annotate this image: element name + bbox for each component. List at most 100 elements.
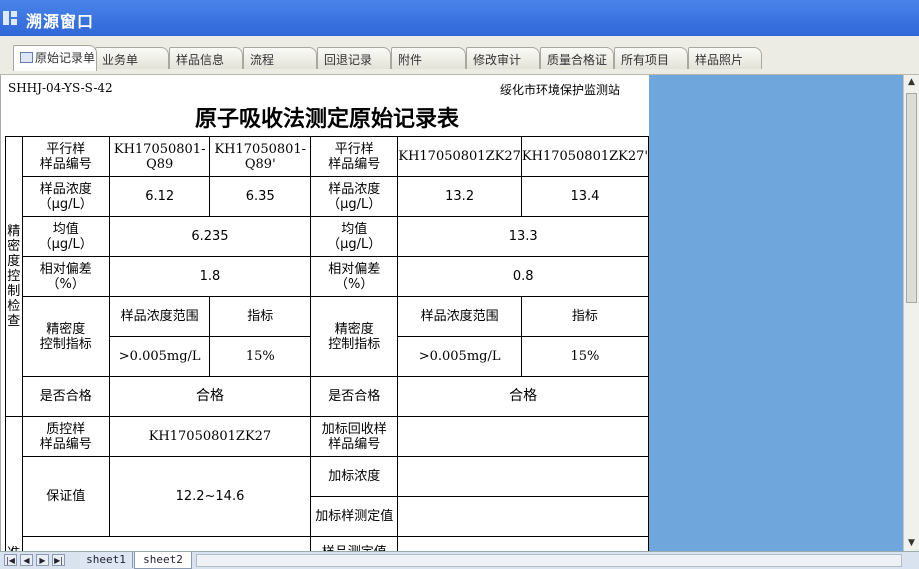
vertical-scrollbar[interactable]: ▲ ▼ bbox=[903, 75, 919, 551]
tab-label: 业务单 bbox=[102, 53, 139, 67]
cell-header[interactable]: 样品浓度范围 bbox=[397, 296, 522, 337]
table-row: 是否合格 合格 是否合格 合格 bbox=[6, 376, 649, 417]
cell-empty[interactable] bbox=[21, 536, 312, 551]
section-label-precision-char: 检 bbox=[7, 299, 21, 314]
cell-value[interactable] bbox=[397, 416, 649, 457]
cell-value[interactable]: 1.8 bbox=[108, 256, 312, 297]
cell-label[interactable]: 质控样 样品编号 bbox=[21, 416, 110, 457]
scroll-thumb[interactable] bbox=[906, 93, 917, 303]
sheet-tab-bar: |◀ ◀ ▶ ▶| sheet1 sheet2 bbox=[0, 551, 919, 569]
horizontal-scrollbar[interactable] bbox=[196, 554, 902, 567]
cell-label[interactable]: 加标浓度 bbox=[310, 456, 399, 497]
record-icon bbox=[20, 52, 33, 63]
cell-label[interactable]: 保证值 bbox=[21, 456, 110, 537]
cell-value[interactable]: >0.005mg/L bbox=[397, 336, 522, 377]
spreadsheet-view[interactable]: SHHJ-04-YS-S-42 绥化市环境保护监测站 原子吸收法测定原始记录表 … bbox=[0, 75, 904, 551]
cell-label[interactable]: 平行样 样品编号 bbox=[21, 136, 110, 177]
document-title: 原子吸收法测定原始记录表 bbox=[194, 106, 459, 132]
prev-sheet-icon[interactable]: ◀ bbox=[20, 554, 33, 566]
tab-original-record[interactable]: 原始记录单 bbox=[13, 45, 97, 71]
cell-label[interactable]: 精密度 控制指标 bbox=[21, 296, 110, 377]
cell-value[interactable]: 6.12 bbox=[108, 176, 211, 217]
table-row: 精密度控制检查 平行样 样品编号 KH17050801-Q89 KH170508… bbox=[5, 136, 650, 417]
cell-value[interactable]: 15% bbox=[209, 336, 312, 377]
cell-value[interactable]: KH17050801-Q89' bbox=[209, 136, 312, 177]
cell-header[interactable]: 指标 bbox=[209, 296, 312, 337]
table-row: 均值 （μg/L） 6.235 均值 （μg/L） 13.3 bbox=[6, 216, 649, 257]
app-icon bbox=[3, 11, 17, 25]
cell-value[interactable]: KH17050801ZK27 bbox=[397, 136, 522, 177]
record-table: 精密度控制检查 平行样 样品编号 KH17050801-Q89 KH170508… bbox=[5, 136, 650, 551]
cell-value[interactable]: 0.8 bbox=[397, 256, 649, 297]
sheet-tab-2[interactable]: sheet2 bbox=[134, 552, 192, 569]
cell-value[interactable]: KH17050801ZK27 bbox=[108, 416, 312, 457]
tab-label: 质量合格证 bbox=[547, 53, 608, 67]
cell-label[interactable]: 是否合格 bbox=[21, 376, 110, 417]
tab-sample-photos[interactable]: 样品照片 bbox=[688, 47, 762, 69]
tab-label: 回退记录 bbox=[324, 53, 373, 67]
cell-value[interactable]: KH17050801ZK27' bbox=[520, 136, 650, 177]
section-label-accuracy: 准确 bbox=[5, 416, 23, 551]
tab-business[interactable]: 业务单 bbox=[95, 47, 169, 69]
cell-value[interactable]: 合格 bbox=[397, 376, 649, 417]
sheet-tab-1[interactable]: sheet1 bbox=[80, 552, 133, 568]
tab-label: 样品照片 bbox=[695, 53, 744, 67]
section-label-precision-char: 精 bbox=[7, 224, 21, 239]
table-row: 样品测定值 bbox=[6, 536, 649, 551]
cell-value[interactable]: 6.235 bbox=[108, 216, 312, 257]
cell-value[interactable]: 13.4 bbox=[520, 176, 650, 217]
cell-value[interactable]: 合格 bbox=[108, 376, 312, 417]
cell-value[interactable]: >0.005mg/L bbox=[108, 336, 211, 377]
cell-header[interactable]: 样品浓度范围 bbox=[108, 296, 211, 337]
cell-label[interactable]: 是否合格 bbox=[310, 376, 399, 417]
first-sheet-icon[interactable]: |◀ bbox=[4, 554, 17, 566]
cell-label[interactable]: 均值 （μg/L） bbox=[310, 216, 399, 257]
tab-label: 原始记录单 bbox=[35, 51, 96, 65]
section-label-precision-char: 度 bbox=[7, 254, 21, 269]
cell-header[interactable]: 指标 bbox=[520, 296, 650, 337]
title-bar: 溯源窗口 bbox=[0, 0, 919, 36]
scroll-down-icon[interactable]: ▼ bbox=[904, 536, 919, 551]
cell-label[interactable]: 相对偏差 （%） bbox=[21, 256, 110, 297]
cell-value[interactable] bbox=[397, 456, 649, 497]
cell-value[interactable]: 6.35 bbox=[209, 176, 312, 217]
tab-audit[interactable]: 修改审计 bbox=[466, 47, 540, 69]
table-row: 准确 质控样 样品编号 KH17050801ZK27 加标回收样 样品编号 bbox=[5, 416, 649, 551]
tab-rollback[interactable]: 回退记录 bbox=[317, 47, 391, 69]
cell-label[interactable]: 样品浓度 （μg/L） bbox=[21, 176, 110, 217]
organization-name: 绥化市环境保护监测站 bbox=[500, 83, 621, 97]
cell-value[interactable]: KH17050801-Q89 bbox=[108, 136, 211, 177]
cell-label[interactable]: 样品浓度 （μg/L） bbox=[310, 176, 399, 217]
cell-value[interactable]: 15% bbox=[520, 336, 650, 377]
cell-label[interactable]: 加标样测定值 bbox=[310, 496, 399, 537]
table-row: 保证值 12.2~14.6 加标浓度 bbox=[6, 456, 649, 537]
cell-label[interactable]: 加标回收样 样品编号 bbox=[310, 416, 399, 457]
table-row: 样品浓度 （μg/L） 6.12 6.35 样品浓度 （μg/L） 13.2 1… bbox=[6, 176, 650, 217]
tab-sample-info[interactable]: 样品信息 bbox=[169, 47, 243, 69]
tab-label: 样品信息 bbox=[176, 53, 225, 67]
last-sheet-icon[interactable]: ▶| bbox=[52, 554, 65, 566]
cell-label[interactable]: 均值 （μg/L） bbox=[21, 216, 110, 257]
section-label-precision-char: 控 bbox=[7, 269, 21, 284]
window-title: 溯源窗口 bbox=[26, 12, 95, 31]
tab-all-items[interactable]: 所有项目 bbox=[614, 47, 688, 69]
section-label-precision-char: 制 bbox=[7, 284, 21, 299]
tab-quality-cert[interactable]: 质量合格证 bbox=[540, 47, 614, 69]
cell-value[interactable]: 13.2 bbox=[397, 176, 522, 217]
cell-value-selected[interactable] bbox=[397, 496, 649, 537]
section-label-precision-char: 查 bbox=[7, 314, 21, 329]
cell-value[interactable] bbox=[397, 536, 649, 551]
cell-label[interactable]: 相对偏差 （%） bbox=[310, 256, 399, 297]
cell-value[interactable]: 12.2~14.6 bbox=[108, 456, 312, 537]
scroll-up-icon[interactable]: ▲ bbox=[904, 75, 919, 90]
blank-sheet-area bbox=[649, 75, 904, 551]
cell-label[interactable]: 样品测定值 bbox=[310, 536, 399, 551]
tab-label: 所有项目 bbox=[621, 53, 670, 67]
cell-value[interactable]: 13.3 bbox=[397, 216, 649, 257]
next-sheet-icon[interactable]: ▶ bbox=[36, 554, 49, 566]
tab-attachments[interactable]: 附件 bbox=[391, 47, 466, 69]
cell-label[interactable]: 平行样 样品编号 bbox=[310, 136, 399, 177]
section-label-precision-char: 密 bbox=[7, 239, 21, 254]
cell-label[interactable]: 精密度 控制指标 bbox=[310, 296, 399, 377]
tab-workflow[interactable]: 流程 bbox=[243, 47, 317, 69]
